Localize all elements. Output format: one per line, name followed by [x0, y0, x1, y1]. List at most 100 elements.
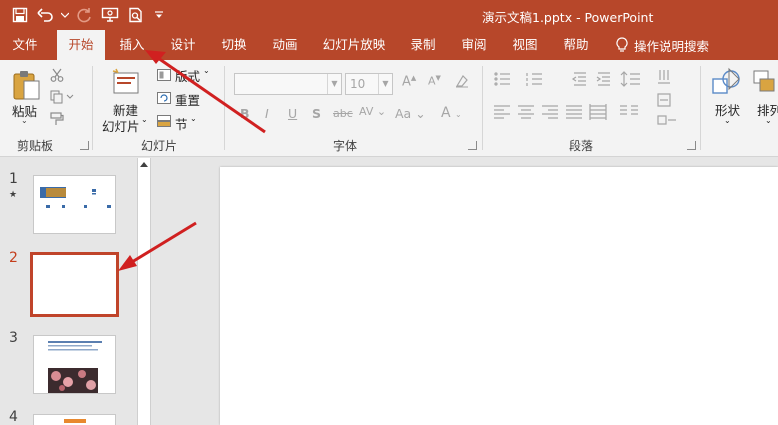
ribbon-tabs: 文件 开始 插入 设计 切换 动画 幻灯片放映 录制 审阅 视图 帮助 操作说明… [0, 30, 778, 60]
align-text-icon[interactable] [657, 93, 671, 107]
underline-button[interactable]: U [288, 106, 297, 121]
italic-button[interactable]: I [265, 106, 269, 121]
slide-4-preview [64, 419, 86, 423]
ribbon-home: 粘贴 ⌄ 剪贴板 新建 幻灯片 ⌄ 版式 ⌄ 重置 节 ⌄ 幻灯片 ▼ 10 ▼… [0, 60, 778, 157]
paragraph-group-label: 段落 [569, 139, 594, 153]
present-from-start-icon[interactable] [98, 4, 122, 26]
justify-icon[interactable] [566, 105, 582, 119]
group-separator [700, 66, 701, 150]
smartart-icon[interactable] [657, 115, 676, 125]
print-preview-icon[interactable] [124, 4, 148, 26]
font-group-label: 字体 [333, 139, 358, 153]
reset-icon[interactable] [156, 91, 172, 105]
tab-view[interactable]: 视图 [504, 30, 546, 60]
text-shadow-button[interactable]: S [312, 106, 321, 121]
new-slide-label-2[interactable]: 幻灯片 [102, 116, 140, 135]
chevron-down-icon: ▼ [378, 74, 392, 94]
customize-qat-icon[interactable] [150, 4, 168, 26]
tab-home[interactable]: 开始 [57, 30, 105, 60]
grow-font-icon[interactable]: A▲ [402, 74, 416, 89]
window-title: 演示文稿1.pptx - PowerPoint [482, 10, 654, 25]
tab-insert[interactable]: 插入 [110, 30, 154, 60]
tab-help[interactable]: 帮助 [555, 30, 597, 60]
cut-icon[interactable] [48, 66, 66, 84]
slide-thumbnail-1[interactable] [33, 175, 116, 234]
align-right-icon[interactable] [542, 105, 558, 119]
character-spacing-button[interactable]: AV ⌄ [359, 105, 386, 118]
current-slide-canvas[interactable] [220, 167, 778, 425]
clipboard-launcher-icon[interactable] [80, 141, 89, 150]
strikethrough-button[interactable]: abc [333, 107, 353, 120]
increase-indent-icon[interactable] [596, 72, 610, 86]
slide-number: 3 [9, 330, 18, 346]
text-direction-icon[interactable] [658, 70, 670, 84]
reset-label[interactable]: 重置 [175, 90, 200, 109]
slide-number: 2 [9, 250, 18, 266]
new-slide-icon[interactable] [110, 66, 142, 98]
font-size-combo[interactable]: 10 ▼ [345, 73, 393, 95]
chevron-down-icon: ▼ [327, 74, 341, 94]
columns-icon[interactable] [620, 105, 638, 115]
tab-design[interactable]: 设计 [162, 30, 204, 60]
distributed-icon[interactable] [589, 104, 607, 120]
section-dropdown-icon[interactable]: ⌄ [190, 114, 197, 123]
bullets-icon[interactable] [494, 72, 510, 86]
font-name-combo[interactable]: ▼ [234, 73, 342, 95]
font-color-button[interactable]: A ⌄ [441, 105, 462, 121]
shrink-font-icon[interactable]: A▼ [428, 74, 441, 88]
slide-1-preview [40, 187, 111, 208]
decrease-indent-icon[interactable] [571, 72, 586, 86]
slide-number: 1 [9, 171, 18, 187]
tab-review[interactable]: 审阅 [453, 30, 495, 60]
font-launcher-icon[interactable] [468, 141, 477, 150]
copy-icon[interactable] [48, 88, 76, 106]
lightbulb-icon [616, 37, 628, 52]
undo-icon[interactable] [34, 4, 58, 26]
save-icon[interactable] [8, 4, 32, 26]
tab-animations[interactable]: 动画 [264, 30, 306, 60]
paragraph-launcher-icon[interactable] [687, 141, 696, 150]
shapes-dropdown-icon[interactable]: ⌄ [724, 116, 731, 125]
clear-formatting-icon[interactable] [453, 72, 471, 90]
slide-number: 4 [9, 409, 18, 425]
bold-button[interactable]: B [240, 106, 250, 121]
title-bar: 演示文稿1.pptx - PowerPoint [0, 0, 778, 30]
line-spacing-icon[interactable] [620, 71, 640, 87]
slide-thumbnail-2[interactable] [30, 252, 119, 317]
paste-dropdown-icon[interactable]: ⌄ [21, 116, 28, 125]
arrange-dropdown-icon[interactable]: ⌄ [765, 116, 772, 125]
format-painter-icon[interactable] [48, 110, 66, 128]
new-slide-dropdown-icon[interactable]: ⌄ [141, 115, 148, 124]
arrange-icon[interactable] [752, 66, 778, 98]
align-left-icon[interactable] [494, 105, 510, 119]
slide-thumbnail-pane: 1 ★ 2 3 4 [0, 158, 137, 425]
slide-thumbnail-3[interactable] [33, 335, 116, 394]
layout-label[interactable]: 版式 [175, 66, 200, 85]
slides-group-label: 幻灯片 [141, 139, 178, 153]
tab-file[interactable]: 文件 [0, 30, 50, 60]
undo-dropdown-icon[interactable] [60, 4, 70, 26]
paragraph-controls [494, 70, 676, 125]
tab-record[interactable]: 录制 [402, 30, 444, 60]
scroll-up-arrow-icon[interactable] [140, 162, 148, 167]
group-separator [92, 66, 93, 150]
numbering-icon[interactable] [526, 73, 542, 86]
tab-slideshow[interactable]: 幻灯片放映 [318, 30, 390, 60]
layout-icon[interactable] [156, 68, 172, 82]
slide-thumbnail-4[interactable] [33, 414, 116, 425]
tell-me-search[interactable]: 操作说明搜索 [616, 30, 709, 60]
transition-star-icon: ★ [9, 190, 18, 200]
thumbnail-scrollbar[interactable] [137, 158, 151, 425]
layout-dropdown-icon[interactable]: ⌄ [203, 66, 210, 75]
redo-icon[interactable] [72, 4, 96, 26]
font-size-value: 10 [350, 77, 366, 91]
section-icon[interactable] [156, 114, 172, 128]
shapes-icon[interactable] [710, 66, 744, 98]
section-label[interactable]: 节 [175, 114, 188, 133]
change-case-button[interactable]: Aa ⌄ [395, 106, 426, 121]
paste-icon[interactable] [10, 68, 42, 102]
align-center-icon[interactable] [518, 105, 534, 119]
quick-access-toolbar [8, 4, 168, 26]
clipboard-group-label: 剪贴板 [17, 139, 54, 153]
tab-transitions[interactable]: 切换 [213, 30, 255, 60]
